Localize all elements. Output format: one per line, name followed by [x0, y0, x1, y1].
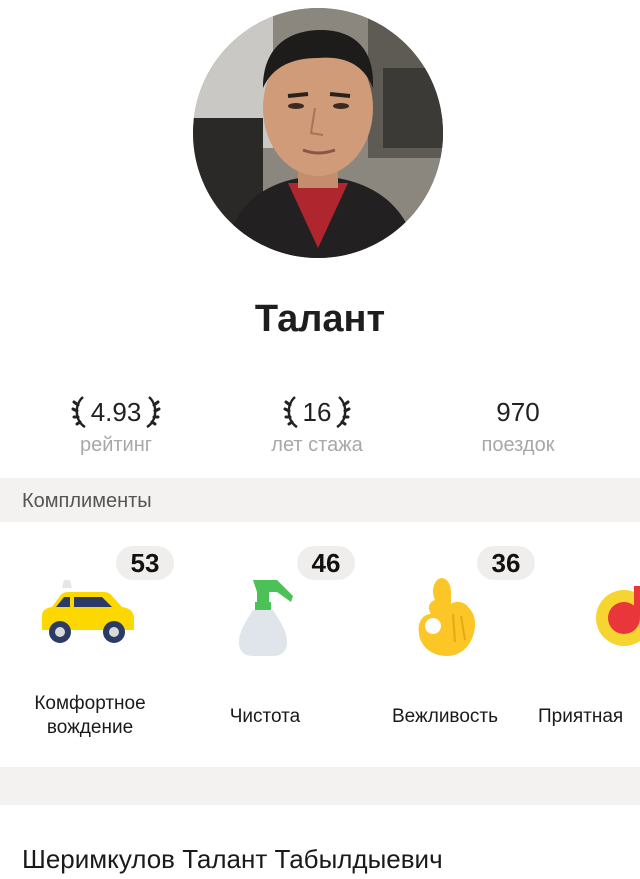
stat-experience: 16 лет стажа — [237, 392, 397, 457]
compliment-comfort[interactable]: 53 Комфортное вождение — [0, 522, 180, 762]
driver-first-name: Талант — [254, 298, 386, 340]
compliment-label: Комфортное вождение — [0, 692, 180, 740]
laurel-right-icon — [146, 396, 161, 429]
laurel-right-icon — [336, 396, 351, 429]
compliment-label: Приятная — [538, 705, 640, 729]
compliment-label-line1: Чистота — [229, 706, 301, 727]
stat-rating-value: 4.93 — [90, 396, 142, 427]
compliment-label-line1: Приятная — [538, 706, 624, 727]
compliment-label-line1: Комфортное — [34, 693, 146, 714]
compliments-title: Комплименты — [22, 490, 152, 512]
driver-stats: 4.93 рейтинг 16 лет стажа 970 поездок — [0, 392, 640, 462]
car-icon — [34, 574, 138, 659]
spray-bottle-icon — [233, 574, 297, 665]
driver-avatar — [193, 8, 443, 258]
compliment-count-badge: 46 — [297, 546, 355, 580]
stat-rides: 970 поездок — [438, 392, 598, 457]
compliment-label: Чистота — [175, 705, 355, 729]
compliment-label-line2: вождение — [46, 717, 134, 738]
compliment-cleanliness[interactable]: 46 Чистота — [175, 522, 355, 762]
stat-rating-label: рейтинг — [79, 434, 153, 456]
driver-full-name: Шеримкулов Талант Табылдыевич — [22, 844, 443, 874]
stat-rating: 4.93 рейтинг — [36, 392, 196, 457]
compliment-politeness[interactable]: 36 Вежливость — [355, 522, 535, 762]
compliment-count-badge: 36 — [477, 546, 535, 580]
laurel-left-icon — [283, 396, 298, 429]
compliment-label-line1: Вежливость — [392, 706, 498, 727]
laurel-left-icon — [71, 396, 86, 429]
compliments-carousel[interactable]: 53 Комфортное вождение 46 Чистота 36 Веж… — [0, 522, 640, 762]
section-divider — [0, 767, 640, 805]
ok-hand-icon — [411, 574, 483, 665]
stat-experience-value: 16 — [302, 396, 332, 427]
music-icon — [592, 582, 640, 653]
stat-rides-value: 970 — [496, 396, 540, 427]
stat-rides-label: поездок — [481, 434, 555, 456]
compliment-pleasant[interactable]: Приятная — [530, 522, 640, 762]
stat-experience-label: лет стажа — [271, 434, 363, 456]
compliment-label: Вежливость — [355, 705, 535, 729]
compliments-header: Комплименты — [0, 478, 640, 522]
